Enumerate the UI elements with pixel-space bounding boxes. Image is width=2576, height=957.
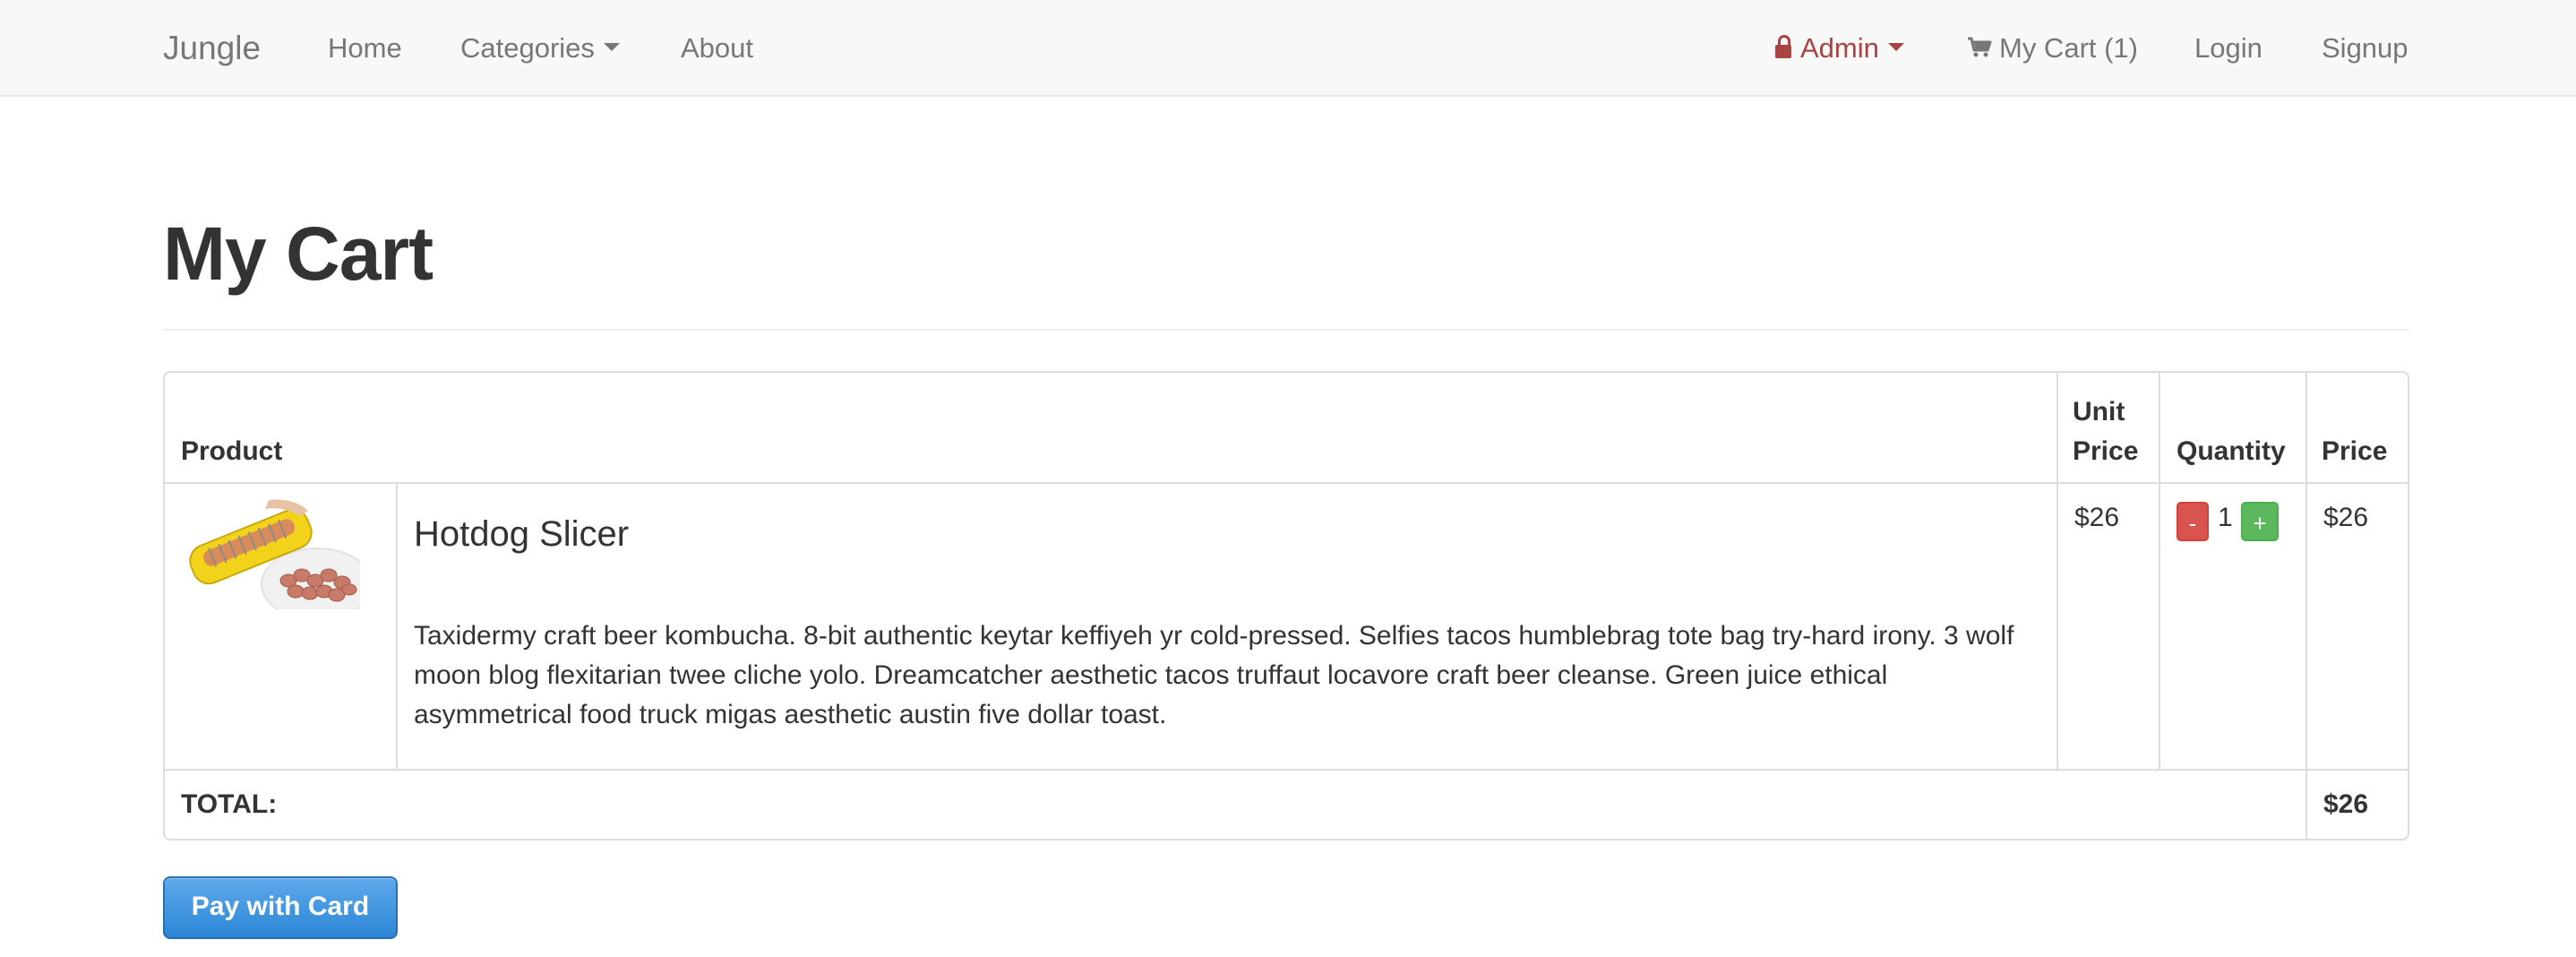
product-name[interactable]: Hotdog Slicer [414,511,629,557]
nav-about-link[interactable]: About [681,25,753,72]
header-unit-price-line2: Price [2073,436,2139,466]
shopping-cart-icon [1968,37,1992,57]
product-description: Taxidermy craft beer kombucha. 8-bit aut… [414,621,2014,729]
decrease-quantity-button[interactable]: - [2177,502,2209,541]
page-title: My Cart [163,211,434,296]
nav-signup-link[interactable]: Signup [2322,25,2409,72]
unit-price-value: $26 [2074,503,2120,532]
nav-login-link[interactable]: Login [2194,25,2263,72]
table-header-row: Product Unit Price Quantity Price [165,373,2408,484]
caret-down-icon [603,43,620,52]
column-divider [2159,484,2160,769]
brand-link[interactable]: Jungle [163,25,261,72]
column-divider [2306,373,2307,482]
total-label: TOTAL: [181,789,278,819]
total-value: $26 [2323,789,2369,819]
header-price: Price [2322,436,2388,466]
title-divider [163,329,2409,331]
lock-icon [1775,35,1791,58]
increase-quantity-button[interactable]: + [2241,502,2279,541]
cart-table: Product Unit Price Quantity Price Hotdog… [163,371,2409,841]
pay-with-card-button[interactable]: Pay with Card [163,876,398,939]
nav-cart-label: My Cart (1) [1999,32,2138,64]
nav-home-link[interactable]: Home [328,25,402,72]
column-divider [2306,484,2307,769]
table-total-row: TOTAL: $26 [165,771,2408,839]
top-navbar: Jungle Home Categories About Admin My Ca… [0,0,2576,97]
column-divider [2057,373,2058,482]
table-row: Hotdog Slicer Taxidermy craft beer kombu… [165,484,2408,771]
hotdog-slicer-image [183,498,360,609]
nav-admin-label: Admin [1800,32,1879,64]
column-divider [2306,771,2307,839]
header-unit-price-line1: Unit [2073,397,2125,427]
column-divider [396,484,398,769]
column-divider [2057,484,2058,769]
nav-cart-link[interactable]: My Cart (1) [1967,25,2138,72]
caret-down-icon [1887,43,1904,52]
quantity-value: 1 [2218,503,2233,532]
column-divider [2159,373,2160,482]
item-price-value: $26 [2323,503,2369,532]
nav-admin-dropdown[interactable]: Admin [1775,25,1904,72]
header-product: Product [181,436,283,466]
header-unit-price: Unit Price [2073,392,2138,471]
product-image [183,498,360,609]
nav-categories-label: Categories [460,32,595,64]
nav-categories-dropdown[interactable]: Categories [460,25,620,72]
header-quantity: Quantity [2177,436,2286,466]
